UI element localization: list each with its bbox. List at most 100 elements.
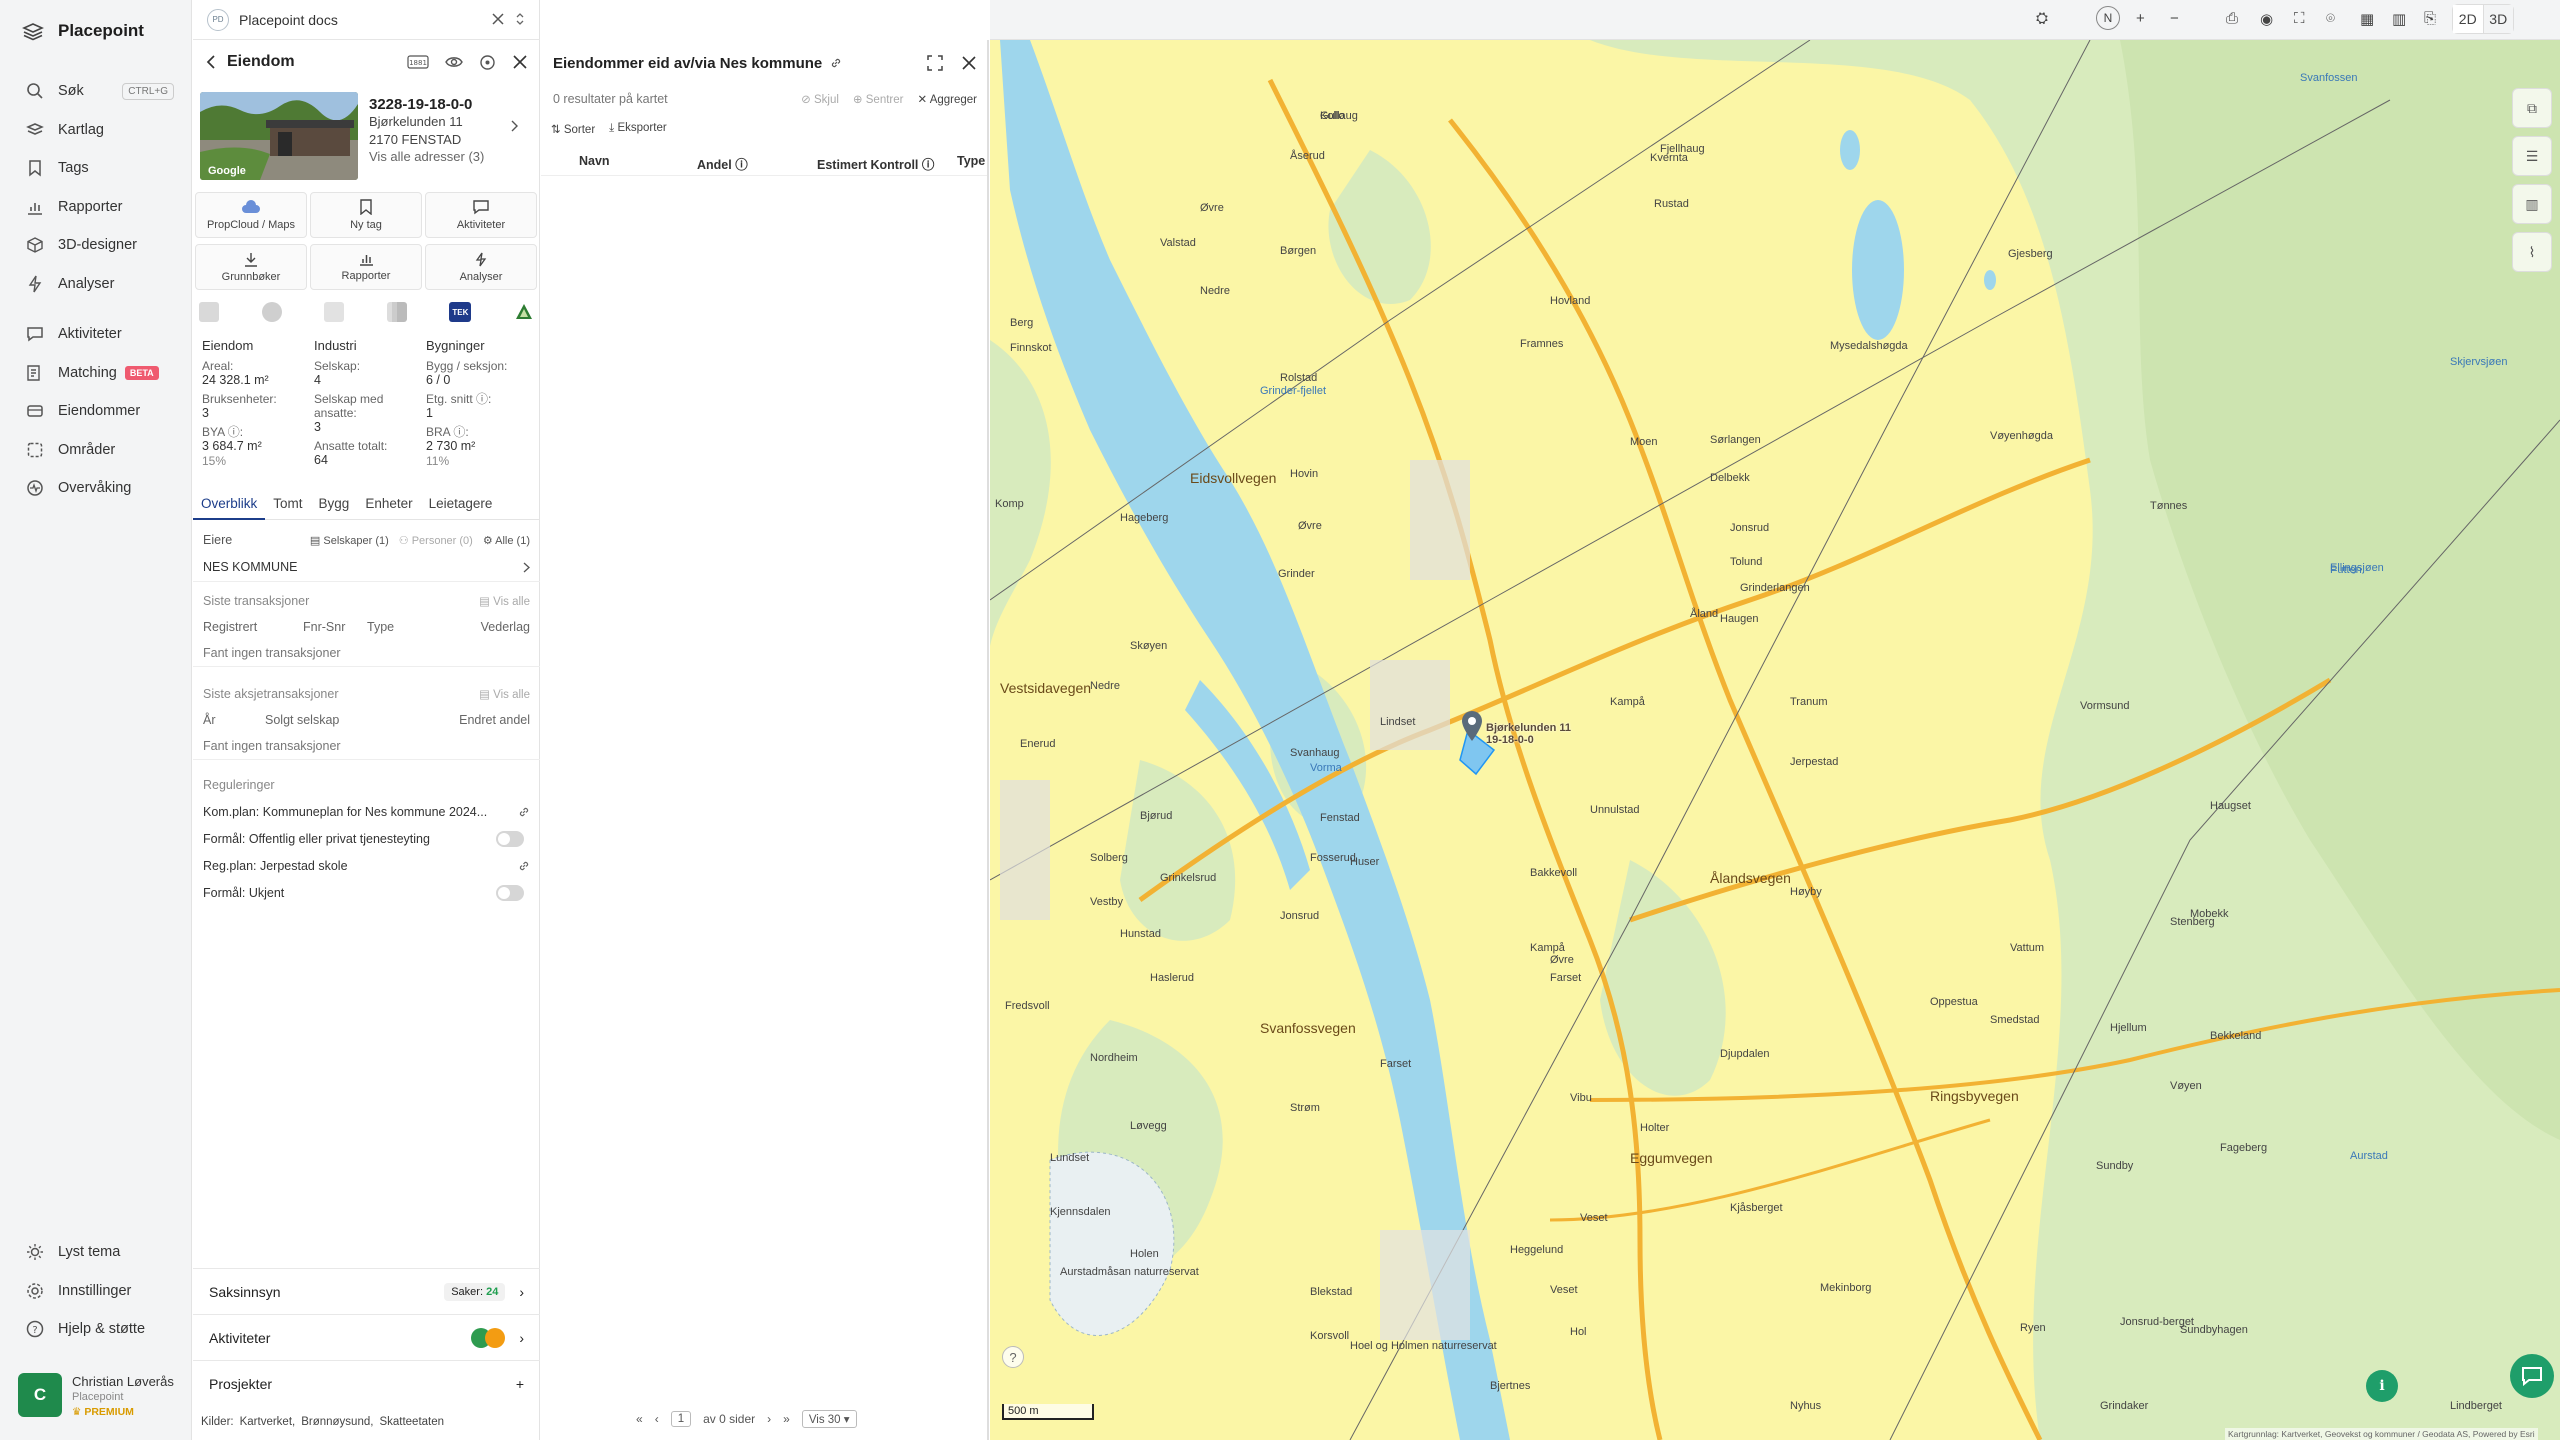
source-plant-icon[interactable]: [324, 302, 345, 322]
tek-source-icon[interactable]: TEK: [449, 302, 472, 322]
map-canvas[interactable]: Bjørkelunden 11 19-18-0-0 Gullaug Åserud Ø…: [990, 40, 2560, 1440]
first-page-icon[interactable]: «: [636, 1412, 643, 1426]
page-input[interactable]: 1: [670, 1411, 692, 1427]
next-page-icon[interactable]: ›: [767, 1412, 771, 1426]
column-header[interactable]: Estimert Kontroll ⓘ: [817, 154, 934, 173]
tab-tomt[interactable]: Tomt: [265, 496, 310, 520]
column-header[interactable]: Andel ⓘ: [697, 154, 748, 173]
info-icon[interactable]: i: [2366, 1370, 2398, 1402]
nav-item-eiendommer[interactable]: Eiendommer: [0, 392, 192, 431]
activities-button[interactable]: Aktiviteter: [425, 192, 537, 238]
eye-icon[interactable]: [445, 55, 463, 69]
hide-button[interactable]: ⊘ Skjul: [801, 92, 839, 106]
filter-persons[interactable]: ⚇ Personer (0): [399, 534, 473, 547]
nav-item-search[interactable]: Søk CTRL+G: [0, 72, 192, 111]
link-icon[interactable]: [830, 57, 842, 69]
column-header[interactable]: Navn: [579, 154, 610, 168]
saksinnsyn-row[interactable]: Saksinnsyn Saker: 24 ›: [193, 1268, 540, 1314]
regulation-row[interactable]: Kom.plan: Kommuneplan for Nes kommune 20…: [193, 798, 540, 825]
crosshair-icon[interactable]: [479, 54, 496, 71]
bookmark-icon[interactable]: ⎘: [2424, 10, 2436, 27]
nav-item-3d-designer[interactable]: 3D-designer: [0, 226, 192, 265]
close-icon[interactable]: [491, 12, 505, 26]
source-link[interactable]: Skatteetaten: [379, 1416, 444, 1428]
close-icon[interactable]: [961, 55, 977, 71]
prev-page-icon[interactable]: ‹: [655, 1412, 659, 1426]
nav-item-analyser[interactable]: Analyser: [0, 265, 192, 304]
triangle-source-icon[interactable]: [514, 302, 534, 322]
per-page-select[interactable]: Vis 30 ▾: [801, 1410, 857, 1428]
formal-toggle[interactable]: [496, 884, 524, 901]
sort-button[interactable]: ⇅ Sorter: [551, 122, 595, 136]
app-brand[interactable]: Placepoint: [22, 20, 144, 42]
columns-icon[interactable]: ▥: [2392, 10, 2406, 28]
filter-companies[interactable]: ▤ Selskaper (1): [310, 534, 389, 547]
property-marker[interactable]: [1460, 710, 1484, 742]
owner-row[interactable]: NES KOMMUNE: [193, 553, 540, 581]
satellite-icon[interactable]: ⛭: [2036, 10, 2048, 27]
chart-button[interactable]: ▥: [2512, 184, 2552, 224]
source-bars-icon[interactable]: [386, 302, 407, 322]
mode-3d-button[interactable]: 3D: [2483, 5, 2513, 33]
center-button[interactable]: ⊕ Sentrer: [853, 92, 904, 106]
grunnboker-button[interactable]: Grunnbøker: [195, 244, 307, 290]
plus-icon[interactable]: +: [516, 1376, 524, 1392]
tab-bygg[interactable]: Bygg: [311, 496, 358, 520]
legend-button[interactable]: ☰: [2512, 136, 2552, 176]
layers-map-button[interactable]: ⧉: [2512, 88, 2552, 128]
view-all-link[interactable]: ▤ Vis alle: [479, 687, 530, 701]
camera-icon[interactable]: ⌾: [2326, 10, 2335, 27]
print-icon[interactable]: ⎙: [2226, 10, 2238, 27]
nav-item-tags[interactable]: Tags: [0, 149, 192, 188]
nav-item-omrader[interactable]: Områder: [0, 431, 192, 470]
nav-item-aktiviteter[interactable]: Aktiviteter: [0, 315, 192, 354]
source-logo-icon[interactable]: [199, 302, 219, 322]
expand-icon[interactable]: [927, 55, 943, 71]
view-all-link[interactable]: ▤ Vis alle: [479, 594, 530, 608]
nav-item-help[interactable]: ? Hjelp & støtte: [0, 1310, 192, 1349]
grid-icon[interactable]: ▦: [2360, 10, 2374, 28]
nav-item-rapporter[interactable]: Rapporter: [0, 188, 192, 227]
help-icon[interactable]: ?: [1002, 1346, 1024, 1368]
compass-icon[interactable]: N: [2096, 6, 2120, 30]
zoom-out-icon[interactable]: −: [2170, 10, 2179, 27]
mode-2d-button[interactable]: 2D: [2453, 5, 2484, 33]
regulation-row[interactable]: Reg.plan: Jerpestad skole: [193, 852, 540, 879]
propcloud-button[interactable]: PropCloud / Maps: [195, 192, 307, 238]
formal-toggle[interactable]: [496, 830, 524, 847]
tab-enheter[interactable]: Enheter: [357, 496, 420, 520]
property-photo[interactable]: Google: [200, 92, 358, 180]
close-icon[interactable]: [512, 54, 528, 70]
source-link[interactable]: Brønnøysund,: [301, 1416, 373, 1428]
profile-button[interactable]: ⌇: [2512, 232, 2552, 272]
zoom-in-icon[interactable]: +: [2136, 10, 2145, 27]
tab-overblikk[interactable]: Overblikk: [193, 496, 266, 520]
document-tab-title[interactable]: Placepoint docs: [239, 12, 338, 28]
eye-icon[interactable]: ◉: [2260, 10, 2273, 28]
analyses-button[interactable]: Analyser: [425, 244, 537, 290]
user-profile[interactable]: C Christian Løverås Placepoint ♛ PREMIUM: [18, 1373, 188, 1418]
property-address[interactable]: 3228-19-18-0-0 Bjørkelunden 11 2170 FENS…: [369, 96, 534, 164]
last-page-icon[interactable]: »: [783, 1412, 790, 1426]
link-icon[interactable]: [518, 860, 530, 872]
nav-item-settings[interactable]: Innstillinger: [0, 1272, 192, 1311]
filter-all[interactable]: ⚙ Alle (1): [483, 534, 530, 547]
aktiviteter-row[interactable]: Aktiviteter ›: [193, 1314, 540, 1360]
nav-item-matching[interactable]: Matching BETA: [0, 354, 192, 393]
prosjekter-row[interactable]: Prosjekter +: [193, 1360, 540, 1406]
column-header[interactable]: Type: [957, 154, 985, 168]
nav-item-light-theme[interactable]: Lyst tema: [0, 1233, 192, 1272]
nav-item-kartlag[interactable]: Kartlag: [0, 111, 192, 150]
chevron-right-icon[interactable]: [510, 120, 518, 132]
back-arrow-icon[interactable]: [205, 54, 217, 70]
nav-item-overvaking[interactable]: Overvåking: [0, 469, 192, 508]
new-tag-button[interactable]: Ny tag: [310, 192, 422, 238]
source-globe-icon[interactable]: [261, 302, 282, 322]
tab-leietagere[interactable]: Leietagere: [421, 496, 501, 520]
aggregate-button[interactable]: ✕ Aggreger: [917, 92, 977, 106]
chevron-updown-icon[interactable]: [515, 12, 525, 26]
all-addresses-link[interactable]: Vis alle adresser (3): [369, 149, 534, 164]
chat-support-button[interactable]: [2510, 1354, 2554, 1398]
source-link[interactable]: Kartverket,: [240, 1416, 296, 1428]
reports-button[interactable]: Rapporter: [310, 244, 422, 290]
